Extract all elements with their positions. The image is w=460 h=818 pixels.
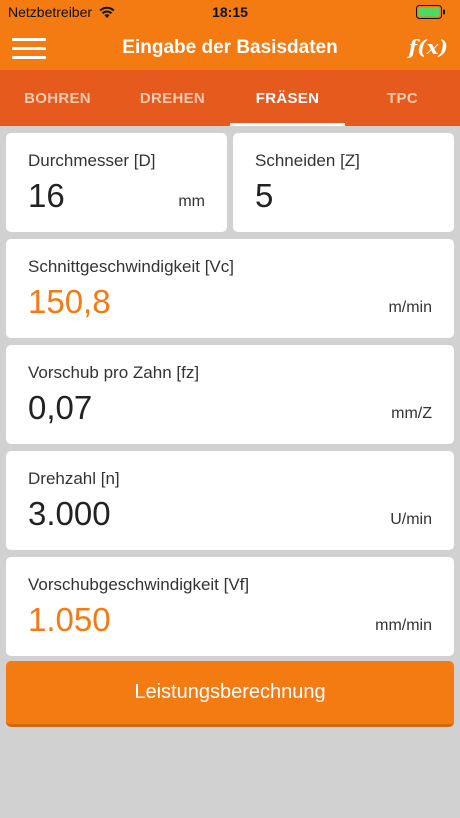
cutters-label: Schneiden [Z] bbox=[255, 151, 360, 170]
feed-rate-unit: mm/min bbox=[375, 617, 432, 634]
feed-rate-field[interactable]: Vorschubgeschwindigkeit [Vf] 1.050 mm/mi… bbox=[6, 557, 454, 656]
cutting-speed-value[interactable]: 150,8 bbox=[28, 283, 111, 321]
cutting-speed-unit: m/min bbox=[388, 299, 432, 316]
status-time: 18:15 bbox=[212, 4, 248, 20]
feed-rate-label: Vorschubgeschwindigkeit [Vf] bbox=[28, 575, 250, 594]
cutters-value[interactable]: 5 bbox=[255, 177, 273, 215]
spindle-speed-unit: U/min bbox=[390, 511, 432, 528]
status-bar: Netzbetreiber 18:15 bbox=[0, 0, 460, 24]
tab-tpc[interactable]: TPC bbox=[345, 70, 460, 126]
diameter-value[interactable]: 16 bbox=[28, 177, 65, 215]
cutters-field[interactable]: Schneiden [Z] 5 bbox=[233, 133, 454, 232]
feed-per-tooth-field[interactable]: Vorschub pro Zahn [fz] 0,07 mm/Z bbox=[6, 345, 454, 444]
cutting-speed-field[interactable]: Schnittgeschwindigkeit [Vc] 150,8 m/min bbox=[6, 239, 454, 338]
formula-button[interactable]: f(x) bbox=[409, 35, 448, 59]
diameter-field[interactable]: Durchmesser [D] 16 mm bbox=[6, 133, 227, 232]
tab-fraesen[interactable]: FRÄSEN bbox=[230, 70, 345, 126]
cutting-speed-label: Schnittgeschwindigkeit [Vc] bbox=[28, 257, 234, 276]
spindle-speed-label: Drehzahl [n] bbox=[28, 469, 120, 488]
diameter-unit: mm bbox=[178, 193, 205, 210]
calculate-power-button[interactable]: Leistungsberechnung bbox=[6, 661, 454, 727]
tab-bohren[interactable]: BOHREN bbox=[0, 70, 115, 126]
tab-drehen[interactable]: DREHEN bbox=[115, 70, 230, 126]
tab-bar: BOHREN DREHEN FRÄSEN TPC bbox=[0, 70, 460, 126]
battery-icon bbox=[416, 5, 445, 19]
feed-rate-value[interactable]: 1.050 bbox=[28, 601, 111, 639]
feed-per-tooth-label: Vorschub pro Zahn [fz] bbox=[28, 363, 200, 382]
page-title: Eingabe der Basisdaten bbox=[122, 37, 338, 58]
diameter-label: Durchmesser [D] bbox=[28, 151, 156, 170]
feed-per-tooth-value[interactable]: 0,07 bbox=[28, 389, 92, 427]
spindle-speed-value[interactable]: 3.000 bbox=[28, 495, 111, 533]
feed-per-tooth-unit: mm/Z bbox=[391, 405, 432, 422]
navigation-bar: Eingabe der Basisdaten f(x) bbox=[0, 24, 460, 70]
spindle-speed-field[interactable]: Drehzahl [n] 3.000 U/min bbox=[6, 451, 454, 550]
